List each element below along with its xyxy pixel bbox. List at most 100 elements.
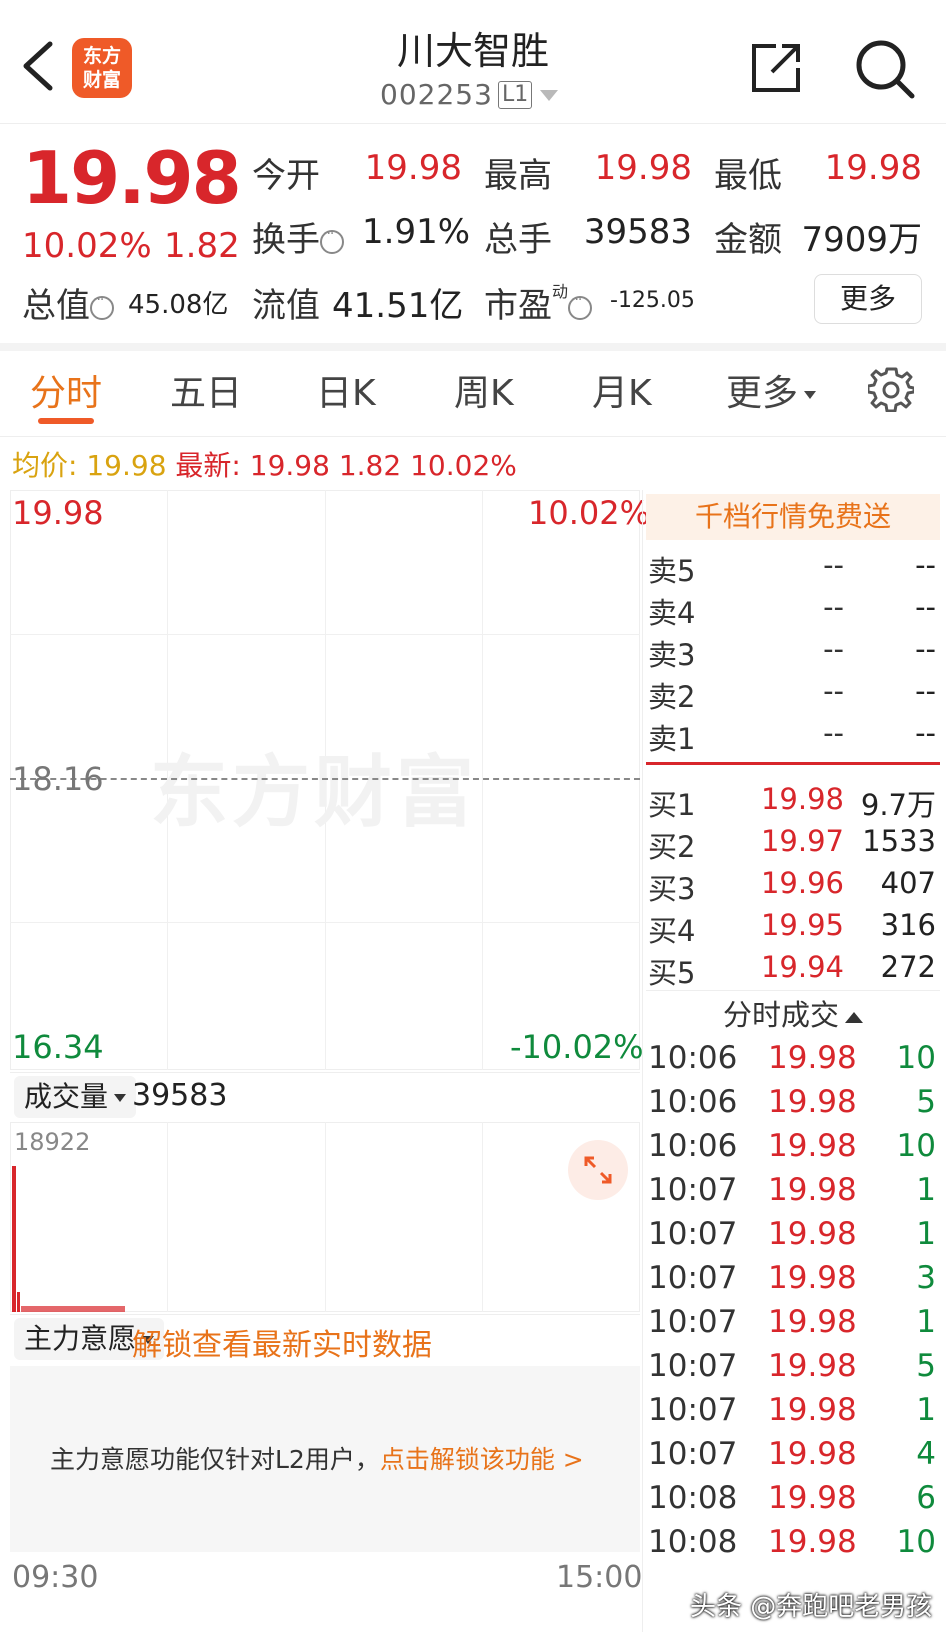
tick-price: 19.98: [768, 1524, 857, 1560]
volume-value: 39583: [583, 212, 692, 252]
axis-mid-price: 18.16: [12, 760, 104, 798]
tick-price: 19.98: [768, 1260, 857, 1296]
mktcap-label-text: 总值: [22, 286, 90, 326]
tick-volume: 1: [916, 1304, 936, 1340]
volume-total: 39583: [132, 1078, 228, 1113]
high-label: 最高: [484, 156, 552, 196]
pe-label-text: 市盈: [484, 286, 552, 326]
pe-label[interactable]: 市盈动: [484, 278, 593, 327]
tick-volume: 10: [896, 1524, 936, 1560]
float-value: 41.51亿: [332, 286, 464, 326]
more-quote-button[interactable]: 更多: [814, 274, 922, 324]
orderbook-divider: [646, 762, 940, 765]
tick-time: 10:06: [648, 1128, 738, 1164]
level-badge[interactable]: L1: [498, 81, 533, 109]
main-force-label: 主力意愿: [24, 1322, 137, 1355]
turnover-label-text: 换手: [252, 220, 320, 260]
turnover-label[interactable]: 换手: [252, 212, 344, 261]
tick-row: 10:07 19.98 1: [648, 1216, 940, 1260]
bid-label: 买2: [648, 830, 696, 864]
volume-bar: [17, 1292, 20, 1312]
bid-price: 19.98: [760, 782, 844, 816]
ticks-heading[interactable]: 分时成交: [646, 992, 940, 1034]
ask-volume: --: [915, 632, 936, 666]
search-icon[interactable]: [854, 38, 916, 100]
volume-indicator-dropdown[interactable]: 成交量: [14, 1076, 137, 1118]
bid-volume: 407: [880, 866, 936, 900]
info-icon[interactable]: [90, 292, 114, 320]
axis-bottom-price: 16.34: [12, 1028, 104, 1066]
tick-row: 10:07 19.98 1: [648, 1172, 940, 1216]
tick-price: 19.98: [768, 1216, 857, 1252]
low-label: 最低: [714, 156, 782, 196]
high-value: 19.98: [594, 148, 692, 188]
tab-daily-k[interactable]: 日K: [316, 364, 376, 416]
ask-label: 卖2: [648, 680, 696, 714]
ask-row: 卖4 -- --: [648, 590, 940, 632]
average-price-line: 均价: 19.98 最新: 19.98 1.82 10.02%: [12, 444, 517, 484]
tick-price: 19.98: [768, 1348, 857, 1384]
ask-row: 卖2 -- --: [648, 674, 940, 716]
sort-up-icon: [845, 1011, 863, 1023]
tick-row: 10:06 19.98 10: [648, 1040, 940, 1084]
active-tab-indicator: [38, 418, 94, 424]
bid-row: 买4 19.95 316: [648, 908, 940, 950]
ask-label: 卖3: [648, 638, 696, 672]
volume-bar: [21, 1306, 125, 1312]
ask-price: --: [823, 548, 844, 582]
tick-time: 10:06: [648, 1084, 738, 1120]
tick-price: 19.98: [768, 1128, 857, 1164]
prev-close-line: [10, 778, 640, 780]
tick-price: 19.98: [768, 1084, 857, 1120]
grid-line: [167, 1122, 168, 1312]
gear-icon[interactable]: [868, 366, 914, 412]
level2-promo-banner[interactable]: 千档行情免费送: [646, 494, 940, 540]
tab-intraday[interactable]: 分时: [30, 364, 102, 416]
open-label: 今开: [252, 156, 320, 196]
tick-row: 10:07 19.98 1: [648, 1392, 940, 1436]
volume-bars: [12, 1166, 125, 1312]
turnover-value: 1.91%: [362, 212, 471, 252]
tick-time: 10:07: [648, 1392, 738, 1428]
tick-time: 10:08: [648, 1480, 738, 1516]
ask-row: 卖3 -- --: [648, 632, 940, 674]
mktcap-label[interactable]: 总值: [22, 278, 114, 327]
tick-row: 10:07 19.98 4: [648, 1436, 940, 1480]
grid-line: [482, 1122, 483, 1312]
bid-label: 买4: [648, 914, 696, 948]
main-force-message-text: 主力意愿功能仅针对L2用户，: [50, 1445, 380, 1474]
tick-price: 19.98: [768, 1304, 857, 1340]
change-amount: 1.82: [164, 226, 240, 266]
tick-time: 10:07: [648, 1260, 738, 1296]
info-icon[interactable]: [320, 226, 344, 254]
tick-time: 10:06: [648, 1040, 738, 1076]
tab-more-label: 更多: [726, 373, 799, 414]
tab-more-caret-icon: [804, 391, 817, 399]
change-percent: 10.02%: [22, 226, 152, 266]
tick-time: 10:07: [648, 1436, 738, 1472]
bid-label: 买3: [648, 872, 696, 906]
tab-monthly-k[interactable]: 月K: [592, 364, 652, 416]
tick-volume: 4: [916, 1436, 936, 1472]
share-icon[interactable]: [748, 40, 804, 96]
tick-row: 10:06 19.98 5: [648, 1084, 940, 1128]
pe-value: -125.05: [610, 288, 695, 313]
tick-time: 10:07: [648, 1348, 738, 1384]
tab-more[interactable]: 更多: [726, 364, 817, 416]
info-icon[interactable]: [568, 292, 593, 320]
amount-value: 7909万: [801, 220, 922, 260]
axis-bottom-percent: -10.02%: [510, 1028, 644, 1066]
grid-line: [325, 1122, 326, 1312]
tick-price: 19.98: [768, 1436, 857, 1472]
tick-price: 19.98: [768, 1172, 857, 1208]
open-value: 19.98: [364, 148, 462, 188]
tab-five-day[interactable]: 五日: [170, 364, 242, 416]
tick-row: 10:08 19.98 6: [648, 1480, 940, 1524]
expand-icon[interactable]: [568, 1140, 628, 1200]
ask-label: 卖1: [648, 722, 696, 756]
ask-label: 卖5: [648, 554, 696, 588]
unlock-feature-link[interactable]: 点击解锁该功能 >: [380, 1445, 584, 1474]
stock-switch-caret-icon[interactable]: [540, 90, 558, 101]
tab-weekly-k[interactable]: 周K: [454, 364, 514, 416]
unlock-realtime-link[interactable]: 解锁查看最新实时数据: [132, 1320, 432, 1364]
